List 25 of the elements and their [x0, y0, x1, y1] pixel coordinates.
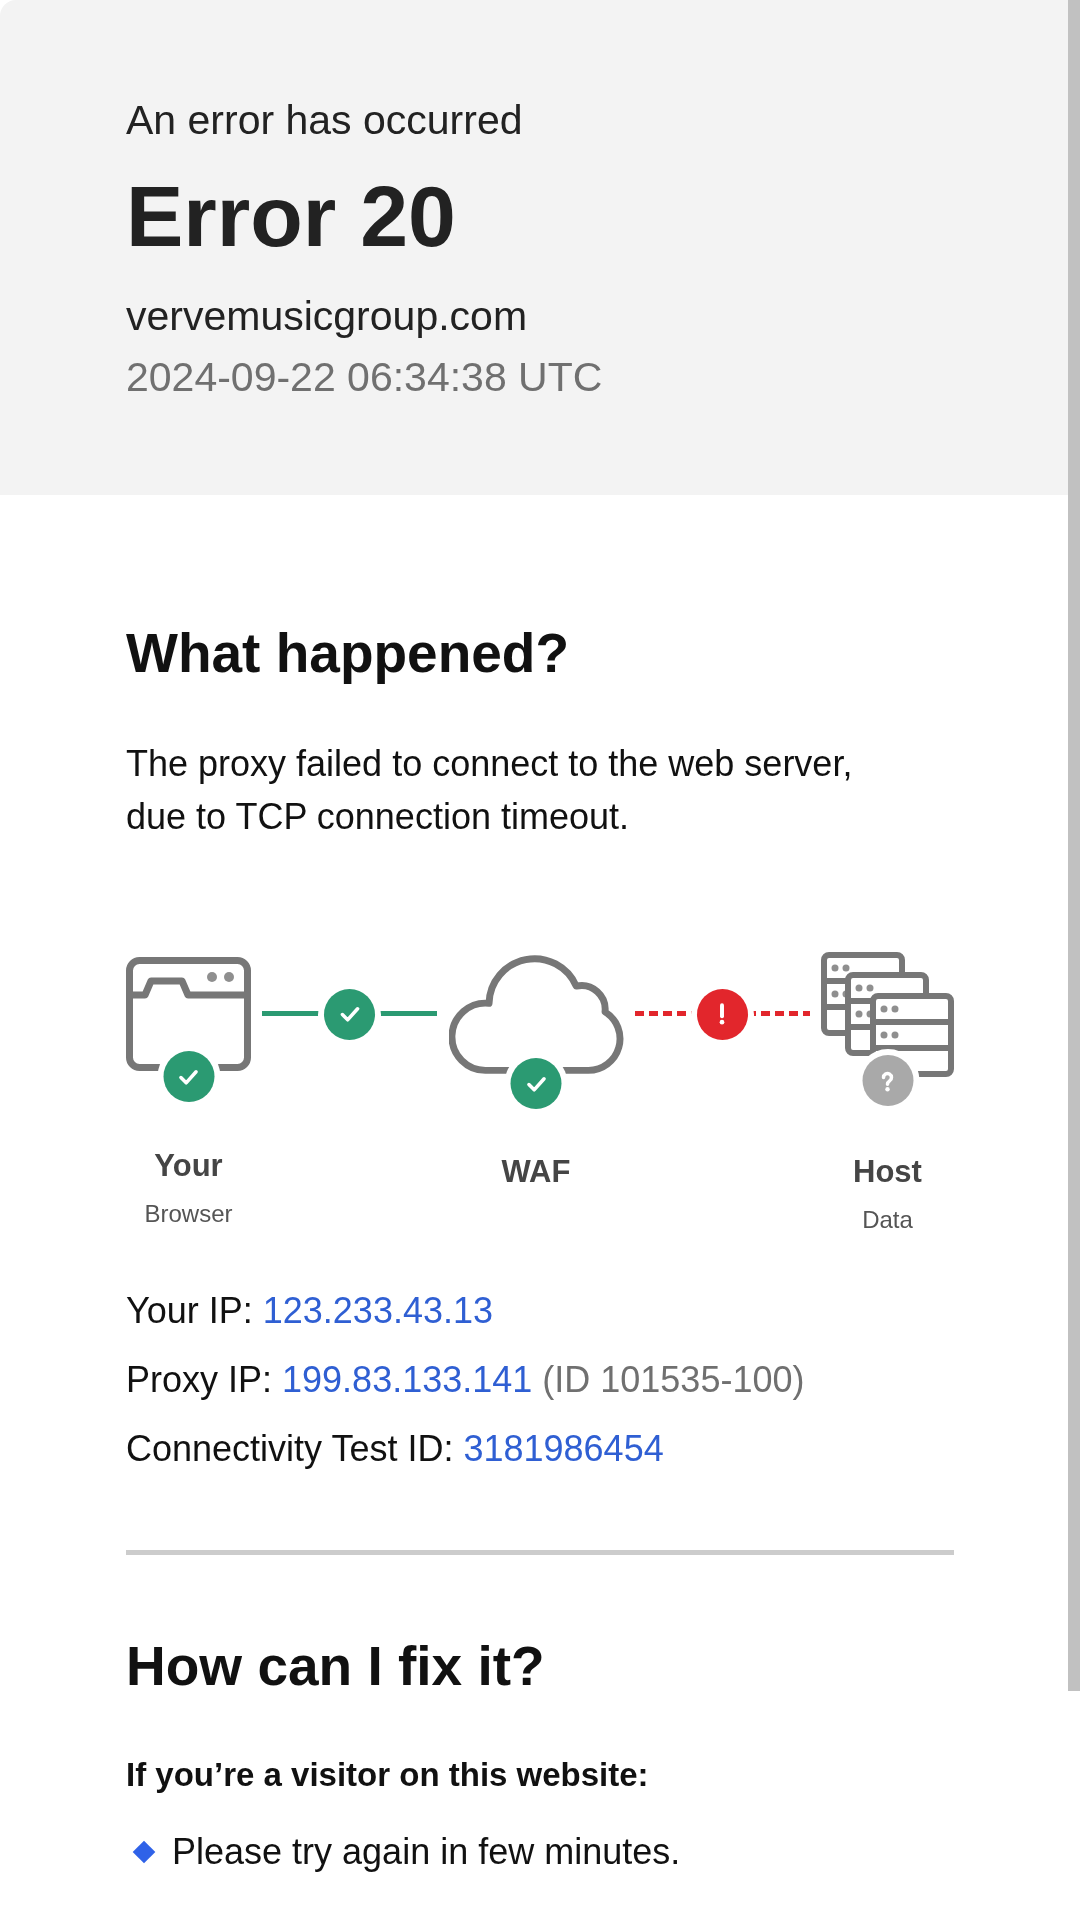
timestamp: 2024-09-22 06:34:38 UTC	[126, 353, 603, 401]
section-heading: How can I fix it?	[126, 1634, 545, 1698]
error-subtitle: An error has occurred	[126, 96, 523, 144]
cloud-icon	[448, 953, 624, 1075]
node-sublabel: Browser	[144, 1199, 233, 1229]
browser-window-icon	[126, 957, 251, 1071]
node-label: WAF	[501, 1154, 571, 1190]
detail-note: (ID 101535-100)	[542, 1358, 805, 1402]
section-heading: What happened?	[126, 621, 570, 685]
detail-label: Your IP:	[126, 1289, 253, 1333]
node-sublabel: Data	[862, 1205, 913, 1235]
server-stack-icon	[821, 951, 954, 1077]
error-title: Error 20	[126, 168, 456, 264]
node-label: Your	[154, 1148, 223, 1184]
fix-suggestion: Please try again in few minutes.	[172, 1830, 681, 1874]
detail-label: Proxy IP:	[126, 1358, 273, 1402]
error-description: The proxy failed to connect to the web server, due to TCP connection timeout.	[126, 742, 854, 839]
domain-name: vervemusicgroup.com	[126, 292, 528, 340]
detail-label: Connectivity Test ID:	[126, 1427, 454, 1471]
detail-value-link[interactable]: 123.233.43.13	[262, 1287, 493, 1335]
detail-value-link[interactable]: 3181986454	[463, 1425, 664, 1473]
detail-value-link[interactable]: 199.83.133.141	[282, 1356, 533, 1404]
scrollbar-thumb[interactable]	[1068, 0, 1080, 1691]
visitor-subheading: If you’re a visitor on this website:	[126, 1755, 649, 1795]
node-label: Host	[853, 1154, 922, 1190]
